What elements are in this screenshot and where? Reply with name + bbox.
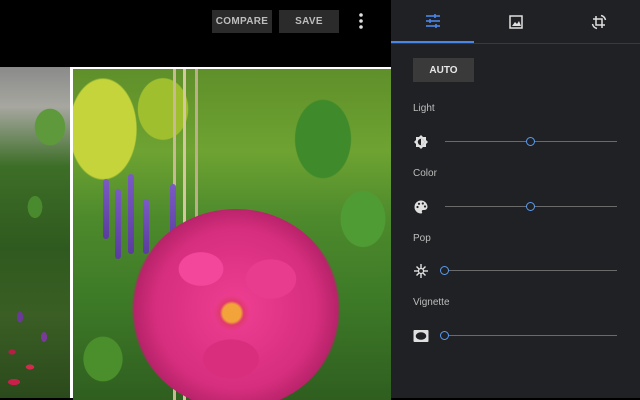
lavender-spike bbox=[115, 189, 121, 259]
vignette-label: Vignette bbox=[413, 297, 450, 308]
pop-slider[interactable] bbox=[440, 265, 617, 277]
tab-crop-rotate[interactable] bbox=[557, 0, 640, 43]
lavender-spike bbox=[103, 179, 109, 239]
lavender-spike bbox=[128, 174, 134, 254]
pop-slider-track bbox=[445, 270, 617, 271]
brightness-icon bbox=[414, 135, 428, 149]
vignette-slider-thumb[interactable] bbox=[440, 331, 449, 340]
crop-rotate-icon bbox=[591, 14, 606, 29]
previous-photo-thumbnail[interactable] bbox=[0, 67, 73, 398]
edit-panel: AUTO Light Color Pop Vignette bbox=[391, 0, 640, 398]
vignette-icon bbox=[413, 330, 429, 342]
pop-slider-thumb[interactable] bbox=[440, 266, 449, 275]
lavender-spike bbox=[143, 199, 149, 254]
edit-tabs bbox=[391, 0, 640, 44]
color-slider-thumb[interactable] bbox=[526, 202, 535, 211]
tab-filters[interactable] bbox=[474, 0, 557, 43]
pop-label: Pop bbox=[413, 233, 431, 244]
vignette-slider-track bbox=[445, 335, 617, 336]
save-button[interactable]: SAVE bbox=[279, 10, 339, 33]
color-slider[interactable] bbox=[445, 201, 617, 213]
sparkle-icon bbox=[414, 264, 428, 278]
light-slider[interactable] bbox=[445, 136, 617, 148]
light-label: Light bbox=[413, 103, 435, 114]
light-slider-thumb[interactable] bbox=[526, 137, 535, 146]
tune-icon bbox=[425, 13, 440, 28]
more-vert-icon[interactable] bbox=[354, 12, 368, 30]
tab-basic-adjustments[interactable] bbox=[391, 0, 474, 43]
photo-viewer: COMPARE SAVE bbox=[0, 0, 391, 400]
vignette-slider[interactable] bbox=[440, 330, 617, 342]
compare-button[interactable]: COMPARE bbox=[212, 10, 272, 33]
auto-button[interactable]: AUTO bbox=[413, 58, 474, 82]
viewer-toolbar: COMPARE SAVE bbox=[0, 0, 391, 44]
photo-filter-icon bbox=[508, 14, 523, 29]
peony-flower bbox=[131, 209, 341, 400]
palette-icon bbox=[414, 200, 428, 214]
main-photo-peony bbox=[73, 67, 391, 400]
color-label: Color bbox=[413, 168, 437, 179]
